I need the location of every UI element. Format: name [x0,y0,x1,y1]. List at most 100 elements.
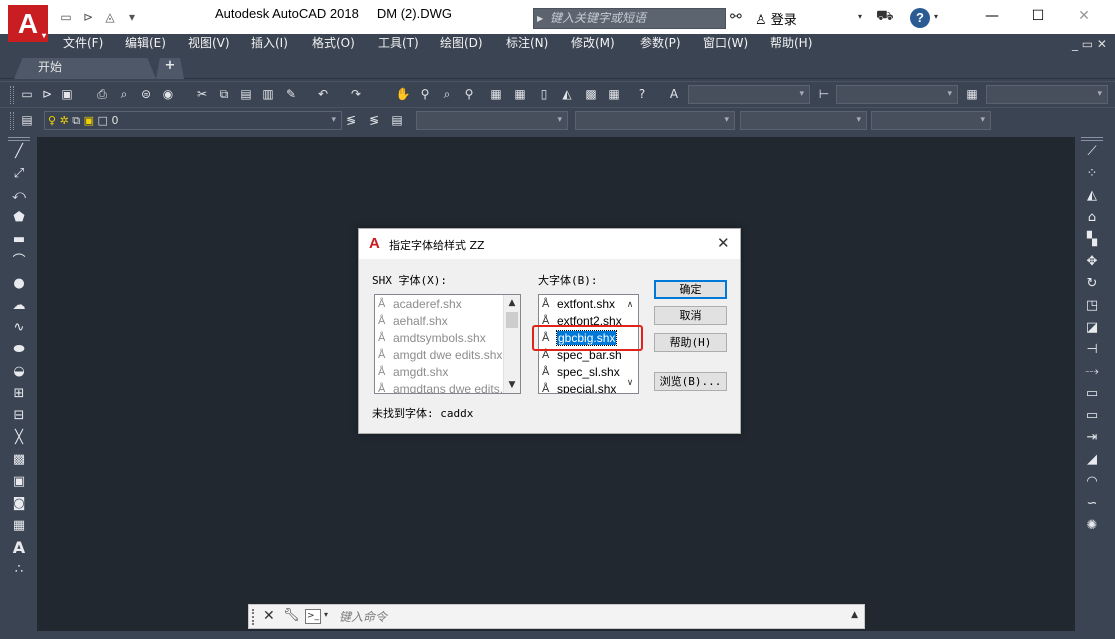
ellipse-arc-icon[interactable]: ◒ [8,361,30,383]
chevron-down-icon[interactable]: ▾ [324,610,328,619]
rectangle-icon[interactable]: ▬ [8,229,30,251]
menu-edit[interactable]: 编辑(E) [125,34,166,54]
copy-object-icon[interactable]: ⁘ [1081,163,1103,185]
menu-view[interactable]: 视图(V) [188,34,230,54]
erase-icon[interactable]: ⟋ [1081,141,1103,163]
menu-file[interactable]: 文件(F) [63,34,103,54]
polyline-icon[interactable]: ⤺ [8,185,30,207]
table-icon[interactable]: ▦ [8,515,30,537]
login-button[interactable]: ♙ 登录 [755,9,797,28]
table-style-combo[interactable]: ▾ [986,85,1108,104]
search-expand-icon[interactable]: ▶ [537,9,543,28]
command-prompt-icon[interactable]: >_ [305,609,321,624]
stretch-icon[interactable]: ◪ [1081,317,1103,339]
fillet-icon[interactable]: ◠ [1081,471,1103,493]
menu-window[interactable]: 窗口(W) [703,34,748,54]
dim-style-combo[interactable]: ▾ [836,85,958,104]
wrench-icon[interactable]: 🔧︎ [283,608,300,623]
list-item[interactable]: Åaehalf.shx [375,312,520,329]
join-icon[interactable]: ⇥ [1081,427,1103,449]
make-block-icon[interactable]: ⊟ [8,405,30,427]
break-at-point-icon[interactable]: ▭ [1081,383,1103,405]
multiline-text-icon[interactable]: A [8,537,30,559]
menu-parametric[interactable]: 参数(P) [640,34,681,54]
tool-palettes-icon[interactable]: ▯ [536,86,552,102]
save-icon[interactable]: ◬ [100,7,120,27]
dim-style-icon[interactable]: ⊢ [816,86,832,102]
layer-properties-icon[interactable]: ▤ [19,112,35,128]
close-icon[interactable]: ✕ [263,608,275,624]
move-icon[interactable]: ✥ [1081,251,1103,273]
chamfer-icon[interactable]: ◢ [1081,449,1103,471]
pan-icon[interactable]: ✋ [395,86,411,102]
publish-icon[interactable]: ⊜ [138,86,154,102]
help-button[interactable]: ? [910,8,930,28]
toolbar-grip[interactable] [10,86,14,104]
new-file-icon[interactable]: ▭ [56,7,76,27]
new-icon[interactable]: ▭ [19,86,35,102]
open-file-icon[interactable]: ⊳ [78,7,98,27]
list-item[interactable]: Åamgdt dwe edits.shx [375,346,520,363]
print-preview-icon[interactable]: ⌕ [116,86,132,102]
region-icon[interactable]: ◙ [8,493,30,515]
chevron-down-icon[interactable]: ▼ [504,377,520,393]
hatch-icon[interactable]: ▩ [8,449,30,471]
polygon-icon[interactable]: ⬟ [8,207,30,229]
break-icon[interactable]: ▭ [1081,405,1103,427]
menu-format[interactable]: 格式(O) [312,34,355,54]
ok-button[interactable]: 确定 [654,280,727,299]
close-window-button[interactable]: ✕ [1061,0,1107,32]
color-combo[interactable]: ▾ [416,111,568,130]
browse-button[interactable]: 浏览(B)... [654,372,727,391]
arc-icon[interactable]: ⌒ [8,251,30,273]
chevron-up-icon[interactable]: ∧ [622,297,638,313]
help-dropdown-icon[interactable]: ▾ [934,12,938,21]
menu-draw[interactable]: 绘图(D) [440,34,483,54]
sheet-set-icon[interactable]: ◭ [559,86,575,102]
undo-icon[interactable]: ↶ [315,86,331,102]
scale-icon[interactable]: ◳ [1081,295,1103,317]
menu-modify[interactable]: 修改(M) [571,34,615,54]
minimize-button[interactable]: — [969,0,1015,32]
construction-line-icon[interactable]: ⤢ [8,163,30,185]
add-selected-icon[interactable]: ∴ [8,559,30,581]
redo-icon[interactable]: ↷ [348,86,364,102]
login-dropdown-icon[interactable]: ▾ [858,12,862,21]
tab-start[interactable]: 开始 [14,58,156,79]
new-tab-button[interactable]: + [156,58,184,79]
application-menu-button[interactable]: A ▾ [8,5,48,42]
shx-list-scrollbar[interactable]: ▲ ▼ [503,295,520,393]
text-style-icon[interactable]: A [666,86,682,102]
list-item[interactable]: Åamdtsymbols.shx [375,329,520,346]
spline-icon[interactable]: ∿ [8,317,30,339]
match-properties-icon[interactable]: ✎ [283,86,299,102]
layer-combo[interactable]: ♀ ✲ ⧉ ▣ □ 0 ▾ [44,111,342,130]
menu-dimension[interactable]: 标注(N) [506,34,548,54]
ellipse-icon[interactable]: ⬬ [8,339,30,361]
scrollbar-thumb[interactable] [506,312,518,328]
calculator-icon[interactable]: ▦ [606,86,622,102]
zoom-window-icon[interactable]: ⌕ [439,86,455,102]
blend-curves-icon[interactable]: ∽ [1081,493,1103,515]
chevron-down-icon[interactable]: ∨ [622,375,638,391]
save-icon[interactable]: ▣ [59,86,75,102]
menu-help[interactable]: 帮助(H) [770,34,812,54]
dialog-close-button[interactable]: ✕ [717,234,730,252]
text-style-combo[interactable]: ▾ [688,85,810,104]
plot-style-combo[interactable]: ▾ [871,111,991,130]
maximize-button[interactable]: ☐ [1015,0,1061,32]
layer-previous-icon[interactable]: ≶ [366,112,382,128]
design-center-icon[interactable]: ▦ [512,86,528,102]
gradient-icon[interactable]: ▣ [8,471,30,493]
document-window-controls[interactable]: _ ▭ ✕ [1072,34,1107,54]
trim-icon[interactable]: ⊣ [1081,339,1103,361]
copy-icon[interactable]: ⧉ [216,86,232,102]
help-icon[interactable]: ? [634,86,650,102]
zoom-previous-icon[interactable]: ⚲ [461,86,477,102]
offset-icon[interactable]: ⌂ [1081,207,1103,229]
search-input[interactable]: ▶ 键入关键字或短语 [533,8,726,29]
lineweight-combo[interactable]: ▾ [740,111,867,130]
make-current-icon[interactable]: ≶ [343,112,359,128]
zoom-realtime-icon[interactable]: ⚲ [417,86,433,102]
circle-icon[interactable]: ● [8,273,30,295]
